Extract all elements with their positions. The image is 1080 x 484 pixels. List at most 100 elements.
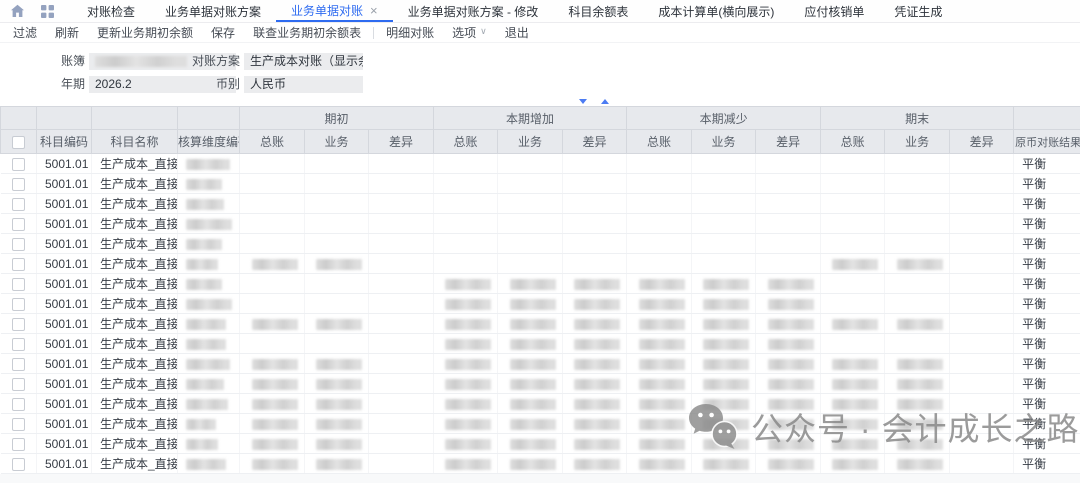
cell-amount-e_biz bbox=[885, 414, 950, 434]
table-row[interactable]: 5001.01生产成本_直接材料平衡 bbox=[1, 294, 1080, 314]
select-all-checkbox[interactable] bbox=[12, 136, 25, 149]
scheme-field[interactable]: 生产成本对账（显示余额） bbox=[244, 53, 363, 70]
cell-amount-p_gl bbox=[240, 234, 305, 254]
cell-amount-e_gl bbox=[821, 294, 885, 314]
row-checkbox[interactable] bbox=[12, 438, 25, 451]
masked-value bbox=[639, 419, 685, 430]
row-checkbox[interactable] bbox=[12, 458, 25, 471]
row-checkbox[interactable] bbox=[12, 418, 25, 431]
toolbar-button-2[interactable]: 刷新 bbox=[46, 24, 88, 41]
masked-value bbox=[897, 419, 943, 430]
table-row[interactable]: 5001.01生产成本_直接材料平衡 bbox=[1, 354, 1080, 374]
row-checkbox[interactable] bbox=[12, 238, 25, 251]
tab-1[interactable]: 对账检查 bbox=[72, 0, 150, 22]
table-row[interactable]: 5001.01生产成本_直接材料平衡 bbox=[1, 154, 1080, 174]
masked-value bbox=[445, 279, 491, 290]
cell-amount-a_gl bbox=[434, 174, 498, 194]
filter-panel: 账簿 对账方案 生产成本对账（显示余额） 年期 2026.2 币别 人民币 bbox=[0, 43, 1080, 96]
cell-amount-p_biz bbox=[305, 374, 369, 394]
masked-value bbox=[510, 459, 556, 470]
cell-amount-e_biz bbox=[885, 454, 950, 474]
table-row[interactable]: 5001.01生产成本_直接材料平衡 bbox=[1, 334, 1080, 354]
row-checkbox[interactable] bbox=[12, 398, 25, 411]
row-checkbox[interactable] bbox=[12, 338, 25, 351]
table-row[interactable]: 5001.01生产成本_直接材料平衡 bbox=[1, 274, 1080, 294]
cell-amount-d_gl bbox=[627, 254, 692, 274]
cell-subject-code: 5001.01 bbox=[37, 254, 92, 274]
row-checkbox[interactable] bbox=[12, 358, 25, 371]
row-checkbox[interactable] bbox=[12, 318, 25, 331]
row-checkbox[interactable] bbox=[12, 378, 25, 391]
toolbar-button-8[interactable]: 选项∨ bbox=[443, 24, 496, 41]
toolbar-button-1[interactable]: 过滤 bbox=[4, 24, 46, 41]
table-row[interactable]: 5001.01生产成本_直接材料平衡 bbox=[1, 214, 1080, 234]
toolbar-button-5[interactable]: 联查业务期初余额表 bbox=[244, 24, 370, 41]
cell-amount-d_gl bbox=[627, 194, 692, 214]
cell-recon-result: 平衡 bbox=[1014, 174, 1080, 194]
tab-3[interactable]: 业务单据对账× bbox=[276, 0, 393, 22]
masked-value bbox=[186, 279, 222, 290]
row-checkbox[interactable] bbox=[12, 198, 25, 211]
table-row[interactable]: 5001.01生产成本_直接材料平衡 bbox=[1, 174, 1080, 194]
row-checkbox[interactable] bbox=[12, 298, 25, 311]
tab-6[interactable]: 成本计算单(横向展示) bbox=[643, 0, 789, 22]
toolbar-button-9[interactable]: 退出 bbox=[496, 24, 538, 41]
cell-amount-a_gl bbox=[434, 294, 498, 314]
cell-select bbox=[1, 254, 37, 274]
close-icon[interactable]: × bbox=[370, 4, 378, 17]
table-row[interactable]: 5001.01生产成本_直接材料平衡 bbox=[1, 414, 1080, 434]
tab-8[interactable]: 凭证生成 bbox=[879, 0, 957, 22]
table-row[interactable]: 5001.01生产成本_直接材料平衡 bbox=[1, 394, 1080, 414]
masked-value bbox=[510, 399, 556, 410]
cell-subject-code: 5001.01 bbox=[37, 414, 92, 434]
table-row[interactable]: 5001.01生产成本_直接材料平衡 bbox=[1, 254, 1080, 274]
cell-amount-d_biz bbox=[692, 274, 756, 294]
collapse-up-icon[interactable] bbox=[601, 99, 609, 104]
tab-5[interactable]: 科目余额表 bbox=[553, 0, 643, 22]
masked-value bbox=[510, 299, 556, 310]
home-icon[interactable] bbox=[10, 4, 25, 18]
tab-4[interactable]: 业务单据对账方案 - 修改 bbox=[393, 0, 554, 22]
cell-amount-a_biz bbox=[498, 374, 563, 394]
table-row[interactable]: 5001.01生产成本_直接材料平衡 bbox=[1, 454, 1080, 474]
row-checkbox[interactable] bbox=[12, 178, 25, 191]
chevron-down-icon[interactable]: ∨ bbox=[480, 26, 487, 37]
cell-amount-e_diff bbox=[950, 454, 1014, 474]
cell-amount-a_gl bbox=[434, 254, 498, 274]
table-row[interactable]: 5001.01生产成本_直接材料平衡 bbox=[1, 194, 1080, 214]
group-header-1: 期初 bbox=[240, 107, 434, 130]
table-row[interactable]: 5001.01生产成本_直接材料平衡 bbox=[1, 314, 1080, 334]
masked-value bbox=[186, 299, 232, 310]
tab-7[interactable]: 应付核销单 bbox=[789, 0, 879, 22]
cell-amount-d_diff bbox=[756, 294, 821, 314]
cell-select bbox=[1, 154, 37, 174]
cell-subject-code: 5001.01 bbox=[37, 314, 92, 334]
cell-recon-result: 平衡 bbox=[1014, 414, 1080, 434]
currency-field[interactable]: 人民币 bbox=[244, 76, 363, 93]
toolbar-button-4[interactable]: 保存 bbox=[202, 24, 244, 41]
masked-value bbox=[510, 419, 556, 430]
table-row[interactable]: 5001.01生产成本_直接材料平衡 bbox=[1, 434, 1080, 454]
tab-2[interactable]: 业务单据对账方案 bbox=[150, 0, 276, 22]
masked-value bbox=[639, 339, 685, 350]
app-grid-icon[interactable] bbox=[41, 5, 54, 18]
masked-value bbox=[768, 459, 814, 470]
masked-value bbox=[768, 399, 814, 410]
masked-value bbox=[897, 439, 943, 450]
row-checkbox[interactable] bbox=[12, 218, 25, 231]
toolbar-button-3[interactable]: 更新业务期初余额 bbox=[88, 24, 202, 41]
row-checkbox[interactable] bbox=[12, 158, 25, 171]
toolbar-button-7[interactable]: 明细对账 bbox=[377, 24, 443, 41]
row-checkbox[interactable] bbox=[12, 278, 25, 291]
cell-amount-e_diff bbox=[950, 234, 1014, 254]
reconciliation-table[interactable]: 期初本期增加本期减少期末科目编码科目名称核算维度编码总账业务差异总账业务差异总账… bbox=[0, 106, 1080, 474]
group-header-3: 本期减少 bbox=[627, 107, 821, 130]
table-row[interactable]: 5001.01生产成本_直接材料平衡 bbox=[1, 374, 1080, 394]
cell-amount-e_gl bbox=[821, 354, 885, 374]
collapse-down-icon[interactable] bbox=[579, 99, 587, 104]
masked-value bbox=[252, 359, 298, 370]
masked-value bbox=[703, 399, 749, 410]
cell-amount-p_diff bbox=[369, 314, 434, 334]
row-checkbox[interactable] bbox=[12, 258, 25, 271]
table-row[interactable]: 5001.01生产成本_直接材料平衡 bbox=[1, 234, 1080, 254]
